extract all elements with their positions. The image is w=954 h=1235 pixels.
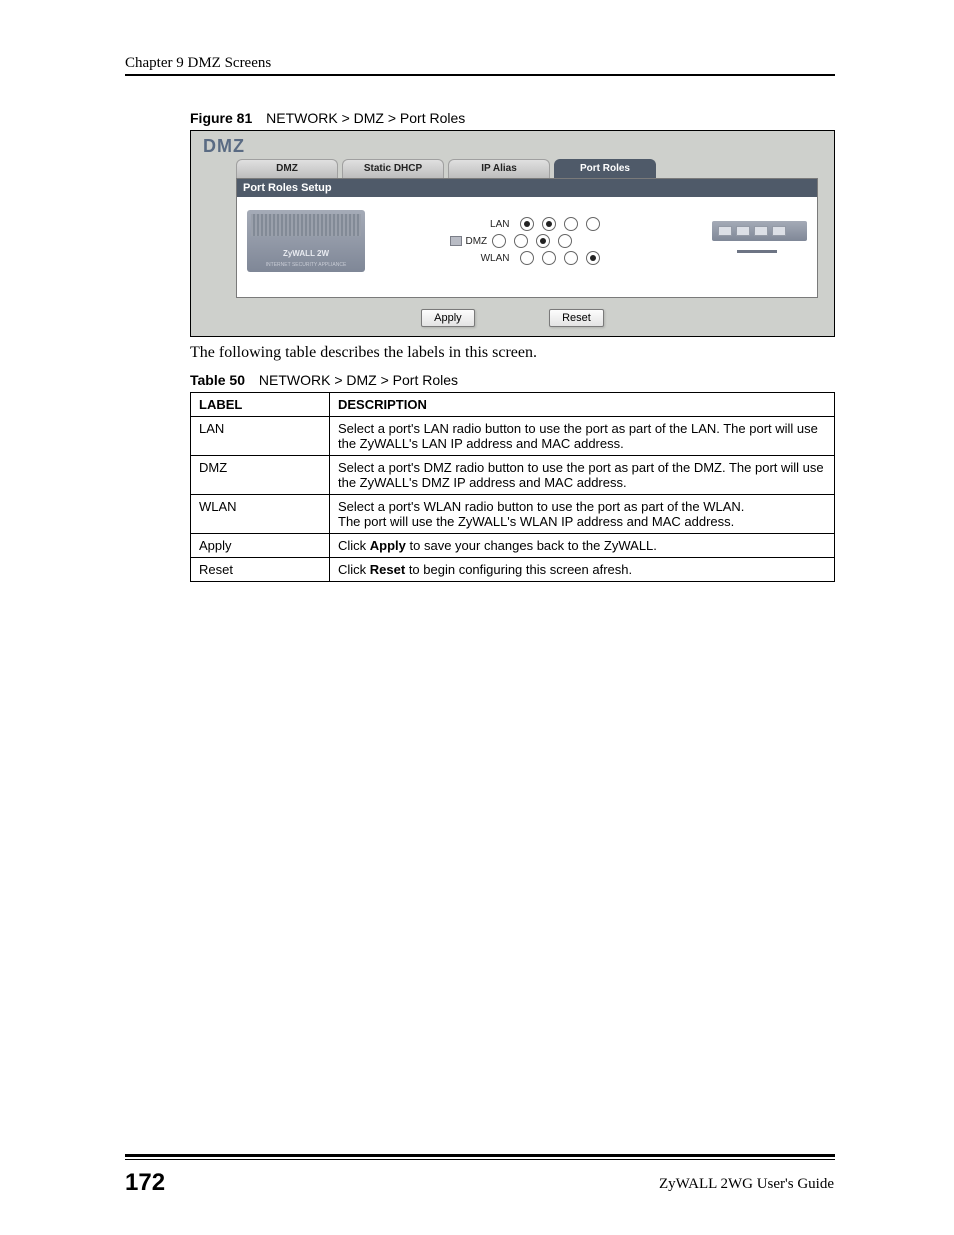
cell-label: WLAN — [191, 495, 330, 534]
table-row: DMZ Select a port's DMZ radio button to … — [191, 456, 835, 495]
tab-dmz[interactable]: DMZ — [236, 159, 338, 178]
radio-lan-3[interactable] — [564, 217, 578, 231]
figure-caption: Figure 81 NETWORK > DMZ > Port Roles — [190, 110, 465, 126]
radio-wlan-4[interactable] — [586, 251, 600, 265]
switch-image — [712, 221, 807, 261]
table-caption-text: NETWORK > DMZ > Port Roles — [259, 372, 458, 388]
page-number: 172 — [125, 1169, 165, 1197]
cell-label: Apply — [191, 534, 330, 558]
footer-guide: ZyWALL 2WG User's Guide — [659, 1176, 834, 1193]
radio-lan-2[interactable] — [542, 217, 556, 231]
intro-text: The following table describes the labels… — [190, 344, 537, 362]
cell-label: Reset — [191, 558, 330, 582]
tab-ip-alias[interactable]: IP Alias — [448, 159, 550, 178]
cell-desc: Select a port's LAN radio button to use … — [330, 417, 835, 456]
led-icon — [450, 236, 462, 246]
device-brand: ZyWALL 2W — [247, 249, 365, 258]
radio-wlan-1[interactable] — [520, 251, 534, 265]
description-table: LABEL DESCRIPTION LAN Select a port's LA… — [190, 392, 835, 582]
row-label-dmz: DMZ — [466, 236, 482, 247]
table-row: Reset Click Reset to begin configuring t… — [191, 558, 835, 582]
apply-button[interactable]: Apply — [421, 309, 475, 327]
th-description: DESCRIPTION — [330, 393, 835, 417]
figure-title: DMZ — [191, 131, 834, 159]
cell-label: LAN — [191, 417, 330, 456]
chapter-header: Chapter 9 DMZ Screens — [125, 55, 271, 72]
device-subtitle: INTERNET SECURITY APPLIANCE — [247, 262, 365, 268]
table-row: WLAN Select a port's WLAN radio button t… — [191, 495, 835, 534]
port-roles-panel-title: Port Roles Setup — [237, 179, 817, 197]
port-roles-panel: Port Roles Setup ZyWALL 2W INTERNET SECU… — [236, 178, 818, 298]
figure-screenshot: DMZ DMZ Static DHCP IP Alias Port Roles … — [190, 130, 835, 337]
cell-label: DMZ — [191, 456, 330, 495]
table-row: Apply Click Apply to save your changes b… — [191, 534, 835, 558]
tab-bar: DMZ Static DHCP IP Alias Port Roles — [191, 159, 834, 178]
table-number: Table 50 — [190, 372, 245, 388]
cell-desc: Select a port's DMZ radio button to use … — [330, 456, 835, 495]
tab-port-roles[interactable]: Port Roles — [554, 159, 656, 178]
radio-wlan-3[interactable] — [564, 251, 578, 265]
cell-desc: Click Apply to save your changes back to… — [330, 534, 835, 558]
device-image: ZyWALL 2W INTERNET SECURITY APPLIANCE — [247, 210, 365, 272]
radio-dmz-1[interactable] — [492, 234, 506, 248]
radio-lan-4[interactable] — [586, 217, 600, 231]
footer-rule — [125, 1154, 835, 1160]
radio-dmz-3[interactable] — [536, 234, 550, 248]
radio-wlan-2[interactable] — [542, 251, 556, 265]
row-label-lan: LAN — [474, 219, 510, 230]
table-caption: Table 50 NETWORK > DMZ > Port Roles — [190, 372, 458, 388]
cell-desc: Click Reset to begin configuring this sc… — [330, 558, 835, 582]
reset-button[interactable]: Reset — [549, 309, 604, 327]
table-row: LAN Select a port's LAN radio button to … — [191, 417, 835, 456]
th-label: LABEL — [191, 393, 330, 417]
cell-desc: Select a port's WLAN radio button to use… — [330, 495, 835, 534]
figure-number: Figure 81 — [190, 110, 252, 126]
header-rule — [125, 74, 835, 76]
radio-lan-1[interactable] — [520, 217, 534, 231]
radio-dmz-2[interactable] — [514, 234, 528, 248]
radio-dmz-4[interactable] — [558, 234, 572, 248]
row-label-wlan: WLAN — [474, 253, 510, 264]
port-grid: LAN DMZ WLAN — [474, 214, 604, 268]
figure-caption-text: NETWORK > DMZ > Port Roles — [266, 110, 465, 126]
tab-static-dhcp[interactable]: Static DHCP — [342, 159, 444, 178]
